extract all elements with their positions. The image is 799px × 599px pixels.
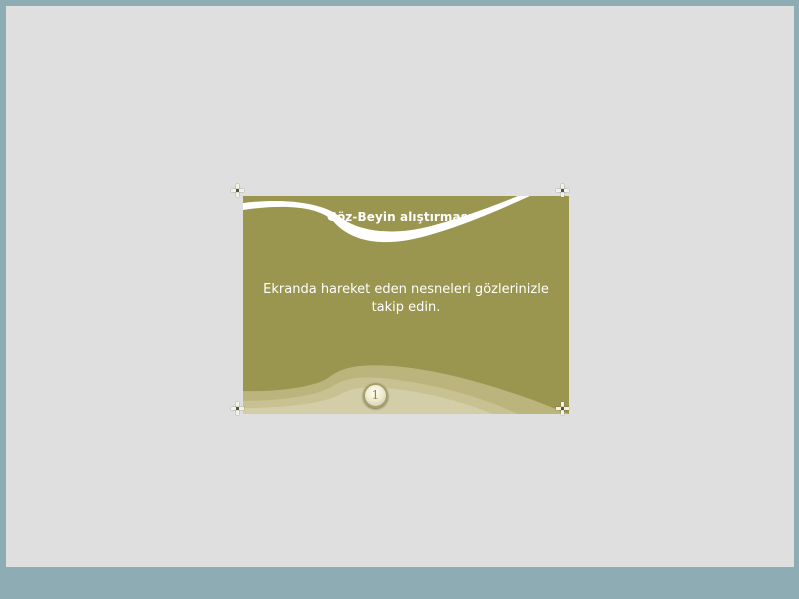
corner-crosshair-icon [231, 402, 244, 415]
exercise-card: Göz-Beyin alıştırması Ekranda hareket ed… [243, 196, 569, 414]
stage-background: Göz-Beyin alıştırması Ekranda hareket ed… [6, 6, 794, 567]
card-title: Göz-Beyin alıştırması [327, 210, 473, 224]
corner-crosshair-icon [231, 184, 244, 197]
corner-crosshair-icon [556, 184, 569, 197]
page-number-button[interactable]: 1 [363, 383, 388, 408]
corner-crosshair-icon [556, 402, 569, 415]
instruction-text: Ekranda hareket eden nesneleri gözlerini… [263, 282, 549, 315]
